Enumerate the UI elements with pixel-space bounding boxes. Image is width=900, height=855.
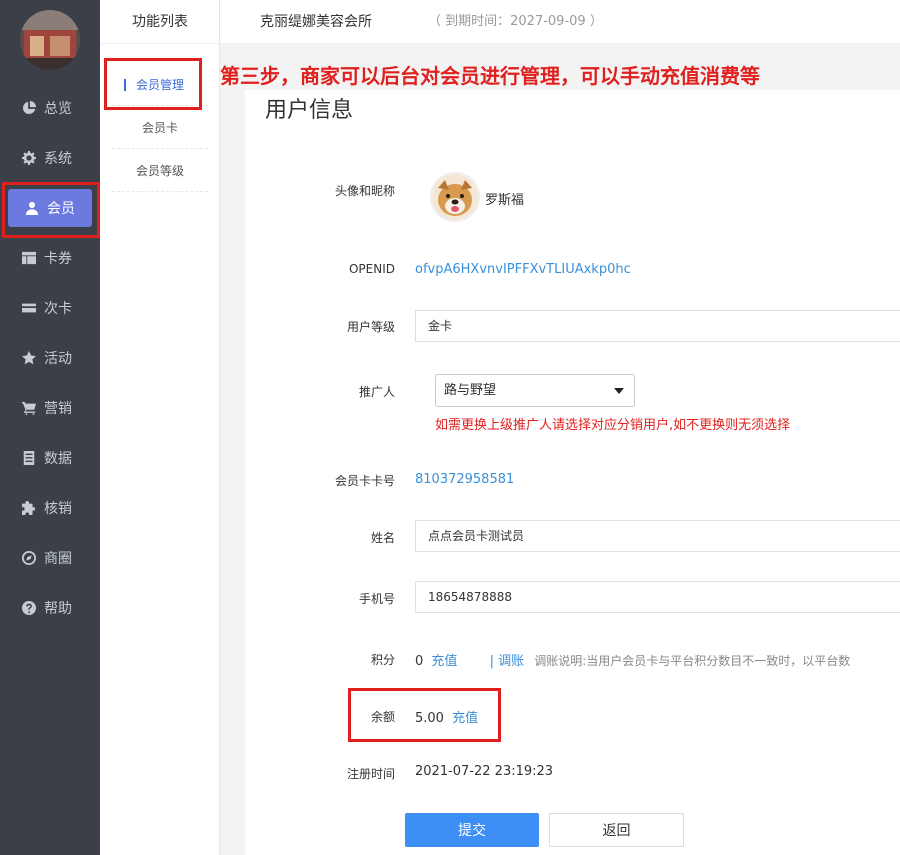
top-header: 克丽缇娜美容会所 （ 到期时间：2027-09-09 ）	[220, 0, 900, 44]
openid-value: ofvpA6HXvnvIPFFXvTLIUAxkp0hc	[415, 262, 631, 277]
points-value: 0	[415, 654, 424, 669]
points-recharge-link[interactable]: 充值	[431, 654, 457, 669]
nav-label: 卡券	[44, 251, 72, 267]
name-label: 姓名	[370, 531, 395, 545]
nav-label: 系统	[44, 151, 72, 167]
nav-system[interactable]: 系统	[0, 138, 100, 178]
list-icon	[22, 451, 36, 465]
nav-label: 会员	[47, 201, 75, 217]
nickname: 罗斯福	[485, 193, 525, 208]
promoter-hint: 如需更换上级推广人请选择对应分销用户,如不更换则无须选择	[435, 418, 791, 433]
nav-label: 总览	[44, 101, 72, 117]
subnav-item-member-card[interactable]: 会员卡	[112, 107, 208, 149]
phone-field[interactable]: 18654878888	[415, 581, 900, 613]
nav-marketing[interactable]: 营销	[0, 388, 100, 428]
user-info-panel: 用户信息 头像和昵称 罗斯福 OPENID ofvpA6HXvnvIPFFXvT…	[245, 90, 900, 855]
user-icon	[25, 201, 39, 215]
puzzle-icon	[22, 501, 36, 515]
nav-label: 次卡	[44, 301, 72, 317]
subnav-title: 功能列表	[100, 0, 220, 44]
subnav-item-member-manage[interactable]: 会员管理	[112, 64, 208, 106]
pie-chart-icon	[22, 101, 36, 115]
nav-verify[interactable]: 核销	[0, 488, 100, 528]
level-label: 用户等级	[346, 320, 395, 334]
nav-label: 帮助	[44, 601, 72, 617]
nav-label: 核销	[44, 501, 72, 517]
promoter-label: 推广人	[358, 385, 395, 399]
caret-down-icon	[614, 388, 624, 394]
nav-label: 营销	[44, 401, 72, 417]
points-adjust-link[interactable]: | 调账	[490, 654, 525, 669]
nav-coupon[interactable]: 卡券	[0, 238, 100, 278]
nav-data[interactable]: 数据	[0, 438, 100, 478]
points-label: 积分	[370, 653, 395, 667]
promoter-select[interactable]: 路与野望	[435, 374, 635, 407]
points-row: 0 充值 | 调账 调账说明:当用户会员卡与平台积分数目不一致时，以平台数	[415, 650, 850, 669]
level-field[interactable]: 金卡	[415, 310, 900, 342]
nav-member[interactable]: 会员	[8, 189, 92, 227]
promoter-selected: 路与野望	[444, 383, 497, 398]
user-avatar	[430, 172, 480, 222]
shop-name: 克丽缇娜美容会所	[260, 14, 372, 30]
nav-label: 活动	[44, 351, 72, 367]
balance-recharge-link[interactable]: 充值	[452, 711, 478, 726]
avatar-label: 头像和昵称	[334, 184, 395, 198]
question-icon	[22, 601, 36, 615]
points-note: 调账说明:当用户会员卡与平台积分数目不一致时，以平台数	[534, 654, 851, 668]
reg-time-value: 2021-07-22 23:19:23	[415, 764, 554, 779]
balance-row: 5.00 充值	[415, 707, 478, 726]
star-icon	[22, 351, 36, 365]
page-title: 用户信息	[265, 98, 354, 123]
card-icon	[22, 301, 36, 315]
shop-avatar[interactable]	[20, 10, 80, 70]
subnav-item-member-level[interactable]: 会员等级	[112, 150, 208, 192]
balance-label: 余额	[370, 710, 395, 724]
balance-value: 5.00	[415, 711, 444, 726]
nav-overview[interactable]: 总览	[0, 88, 100, 128]
nav-times-card[interactable]: 次卡	[0, 288, 100, 328]
name-field[interactable]: 点点会员卡测试员	[415, 520, 900, 552]
cart-icon	[22, 401, 36, 415]
phone-label: 手机号	[358, 592, 395, 606]
step-annotation: 第三步，商家可以后台对会员进行管理，可以手动充值消费等	[220, 64, 760, 88]
back-button[interactable]: 返回	[549, 813, 684, 847]
gear-icon	[22, 151, 36, 165]
card-no-label: 会员卡卡号	[334, 474, 395, 488]
reg-time-label: 注册时间	[346, 767, 395, 781]
submit-button[interactable]: 提交	[405, 813, 539, 847]
nav-activity[interactable]: 活动	[0, 338, 100, 378]
main-sidebar: 总览 系统 会员 卡券 次卡 活动 营销 数据 核销 商圈 帮助	[0, 0, 100, 855]
nav-business-circle[interactable]: 商圈	[0, 538, 100, 578]
nav-label: 数据	[44, 451, 72, 467]
nav-label: 商圈	[44, 551, 72, 567]
expire-date: （ 到期时间：2027-09-09 ）	[428, 14, 603, 29]
function-list: 功能列表 会员管理 会员卡 会员等级	[100, 0, 220, 855]
nav-help[interactable]: 帮助	[0, 588, 100, 628]
compass-icon	[22, 551, 36, 565]
openid-label: OPENID	[348, 262, 395, 276]
card-no-value: 810372958581	[415, 472, 515, 487]
table-icon	[22, 251, 36, 265]
